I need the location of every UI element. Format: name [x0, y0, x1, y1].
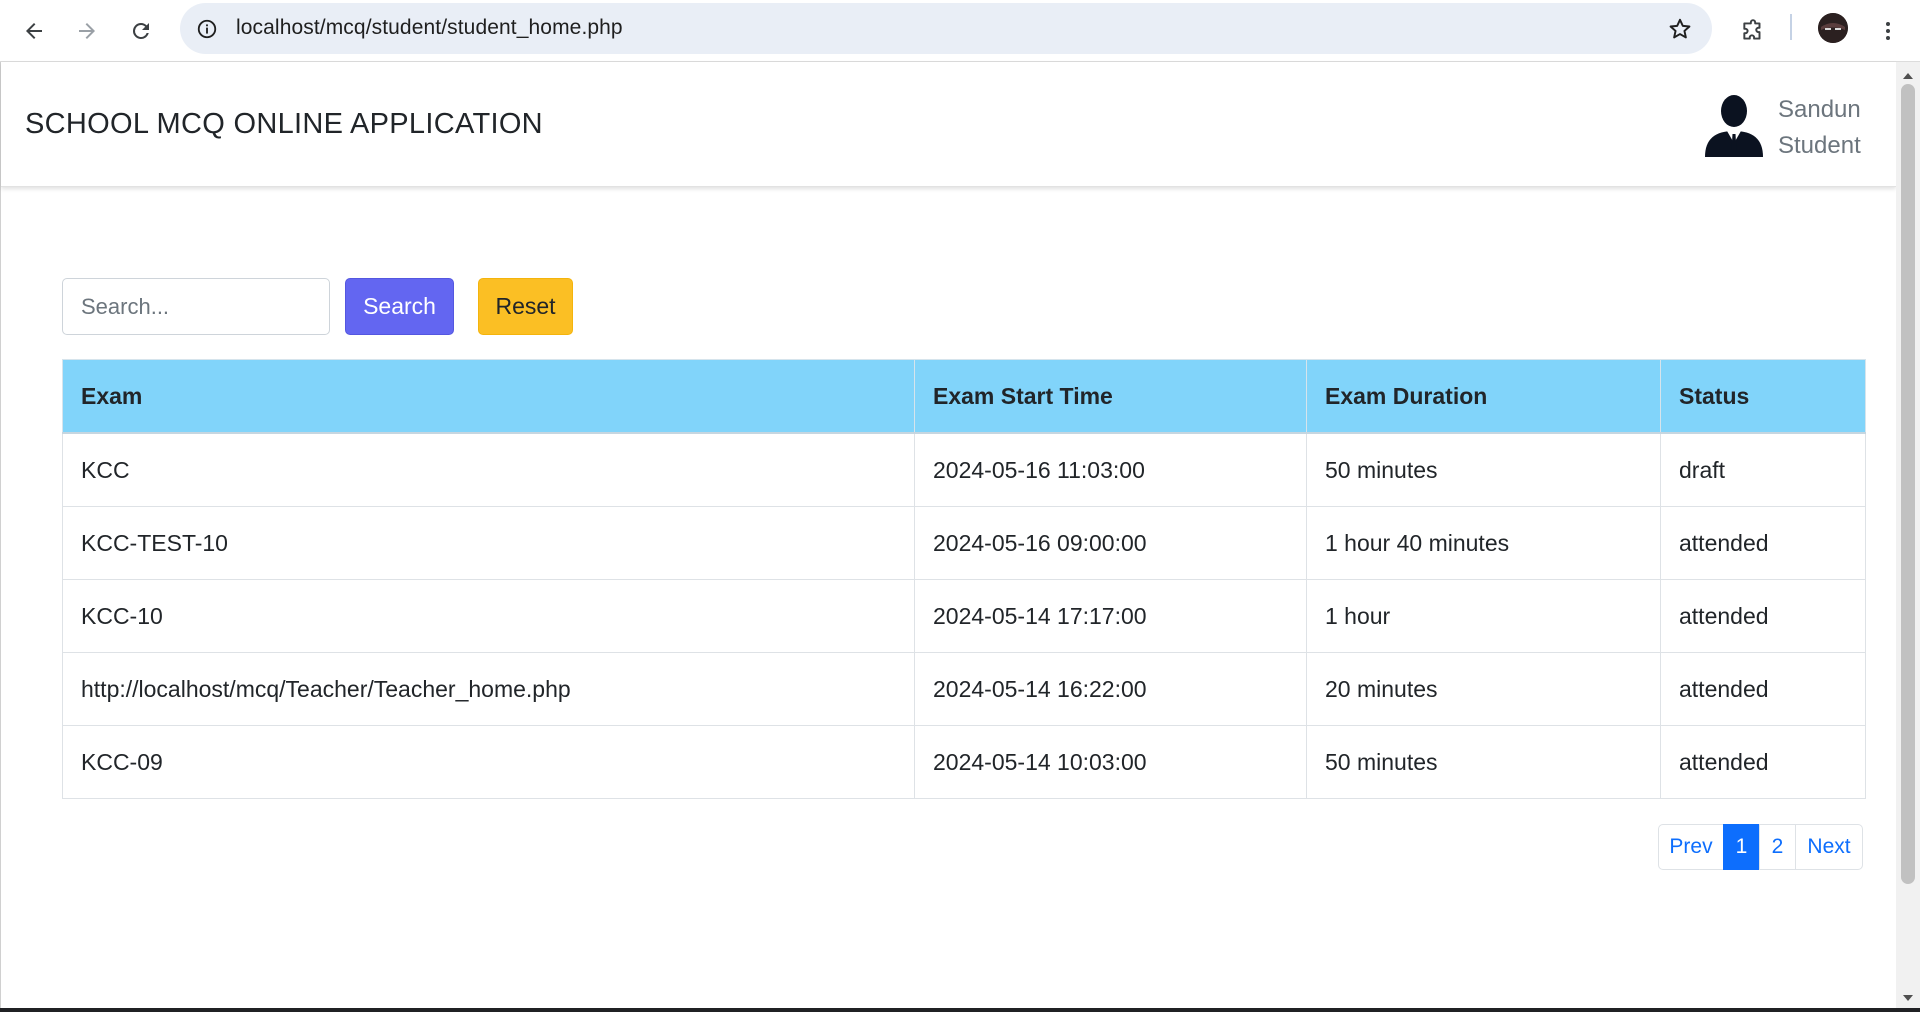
app-title: SCHOOL MCQ ONLINE APPLICATION: [25, 108, 543, 140]
table-header-row: Exam Exam Start Time Exam Duration Statu…: [62, 359, 1866, 434]
table-row[interactable]: KCC 2024-05-16 11:03:00 50 minutes draft: [62, 432, 1866, 507]
reset-button[interactable]: Reset: [478, 278, 573, 335]
reload-icon: [132, 22, 149, 39]
exam-duration-cell: 50 minutes: [1306, 432, 1661, 507]
arrow-right-icon: [79, 23, 95, 39]
exam-start-cell: 2024-05-14 10:03:00: [914, 725, 1307, 799]
site-info-icon[interactable]: [194, 16, 220, 42]
table-row[interactable]: KCC-TEST-10 2024-05-16 09:00:00 1 hour 4…: [62, 506, 1866, 580]
exam-duration-cell: 20 minutes: [1306, 652, 1661, 726]
back-button[interactable]: [14, 11, 54, 51]
header-exam-start-time[interactable]: Exam Start Time: [914, 359, 1307, 434]
header-status[interactable]: Status: [1660, 359, 1866, 434]
exam-duration-cell: 1 hour 40 minutes: [1306, 506, 1661, 580]
search-input[interactable]: [62, 278, 330, 335]
exam-start-cell: 2024-05-14 16:22:00: [914, 652, 1307, 726]
user-name[interactable]: Sandun: [1778, 96, 1861, 124]
app-header: SCHOOL MCQ ONLINE APPLICATION Sandun Stu…: [1, 62, 1896, 187]
puzzle-icon: [1743, 19, 1761, 40]
exam-duration-cell: 50 minutes: [1306, 725, 1661, 799]
vertical-scrollbar[interactable]: [1896, 62, 1920, 1012]
browser-menu-button[interactable]: [1868, 11, 1908, 51]
exam-status-cell: attended: [1660, 725, 1866, 799]
exam-status-cell: attended: [1660, 506, 1866, 580]
exam-table: Exam Exam Start Time Exam Duration Statu…: [62, 359, 1866, 799]
exam-start-cell: 2024-05-16 11:03:00: [914, 432, 1307, 507]
exam-status-cell: attended: [1660, 652, 1866, 726]
table-row[interactable]: http://localhost/mcq/Teacher/Teacher_hom…: [62, 652, 1866, 726]
pagination-next-link[interactable]: Next: [1795, 824, 1863, 870]
scrollbar-thumb[interactable]: [1901, 84, 1915, 884]
pagination-page-2[interactable]: 2: [1759, 824, 1796, 870]
header-exam[interactable]: Exam: [62, 359, 915, 434]
reload-button[interactable]: [121, 11, 161, 51]
exam-status-cell: draft: [1660, 432, 1866, 507]
user-avatar-icon[interactable]: [1703, 93, 1765, 157]
exam-start-cell: 2024-05-16 09:00:00: [914, 506, 1307, 580]
address-url[interactable]: localhost/mcq/student/student_home.php: [236, 16, 623, 40]
exam-name-cell: KCC: [62, 432, 915, 507]
arrow-left-icon: [26, 23, 42, 39]
browser-toolbar: localhost/mcq/student/student_home.php: [0, 0, 1920, 62]
forward-button[interactable]: [67, 11, 107, 51]
search-button[interactable]: Search: [345, 278, 454, 335]
exam-name-cell: KCC-10: [62, 579, 915, 653]
pagination: Prev 1 2 Next: [1658, 824, 1863, 870]
exam-name-cell: http://localhost/mcq/Teacher/Teacher_hom…: [62, 652, 915, 726]
header-exam-duration[interactable]: Exam Duration: [1306, 359, 1661, 434]
address-bar[interactable]: localhost/mcq/student/student_home.php: [180, 3, 1712, 54]
scroll-down-arrow-icon[interactable]: [1896, 988, 1920, 1008]
exam-duration-cell: 1 hour: [1306, 579, 1661, 653]
window-bottom-edge: [0, 1008, 1920, 1012]
exam-name-cell: KCC-09: [62, 725, 915, 799]
exam-name-cell: KCC-TEST-10: [62, 506, 915, 580]
page-content: SCHOOL MCQ ONLINE APPLICATION Sandun Stu…: [0, 62, 1896, 1012]
user-role: Student: [1778, 132, 1861, 159]
toolbar-divider: [1790, 14, 1792, 40]
scroll-up-arrow-icon[interactable]: [1896, 66, 1920, 86]
more-vertical-icon: [1886, 22, 1890, 40]
profile-avatar[interactable]: [1818, 13, 1848, 43]
table-row[interactable]: KCC-10 2024-05-14 17:17:00 1 hour attend…: [62, 579, 1866, 653]
pagination-page-1[interactable]: 1: [1723, 824, 1760, 870]
exam-start-cell: 2024-05-14 17:17:00: [914, 579, 1307, 653]
table-row[interactable]: KCC-09 2024-05-14 10:03:00 50 minutes at…: [62, 725, 1866, 799]
bookmark-star-icon[interactable]: [1666, 15, 1694, 43]
extensions-button[interactable]: [1733, 11, 1773, 51]
pagination-prev-link[interactable]: Prev: [1658, 824, 1724, 870]
exam-status-cell: attended: [1660, 579, 1866, 653]
